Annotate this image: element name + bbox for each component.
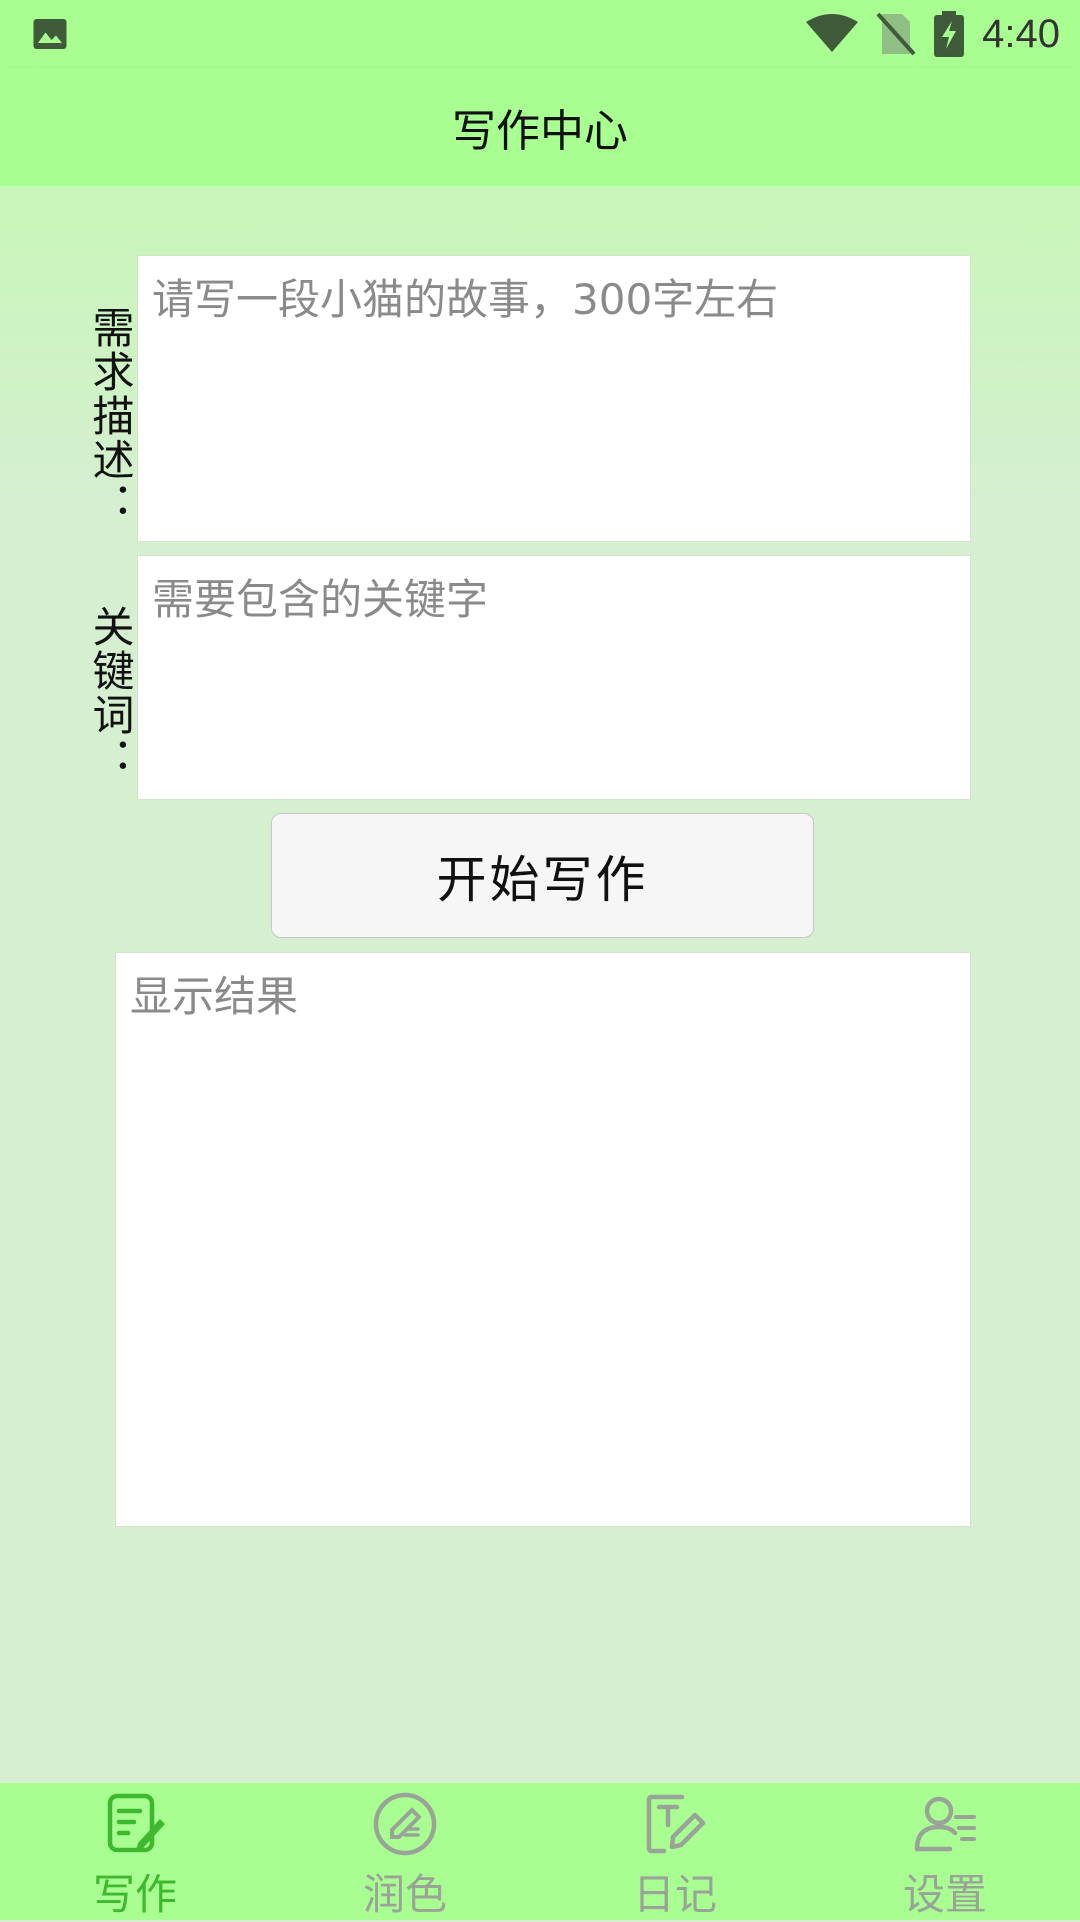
nav-label-settings: 设置 [902,1870,987,1919]
polish-circle-icon [373,1792,437,1856]
page-title: 写作中心 [452,106,628,157]
nav-item-write[interactable]: 写作 [0,1783,270,1920]
nav-item-settings[interactable]: 设置 [810,1783,1080,1920]
start-writing-button[interactable]: 开始写作 [271,813,814,938]
nav-item-diary[interactable]: 日记 [540,1783,810,1920]
bottom-nav: 写作 润色 日记 设置 [0,1783,1080,1920]
nav-label-polish: 润色 [362,1870,447,1919]
write-doc-icon [107,1793,165,1853]
gallery-icon [33,19,67,49]
diary-icon [646,1794,706,1854]
wifi-icon [806,14,859,52]
nav-label-write: 写作 [92,1870,177,1919]
result-output[interactable]: 显示结果 [115,952,971,1527]
status-bar: 4:40 [0,0,1080,68]
nav-label-diary: 日记 [632,1870,717,1919]
keywords-placeholder: 需要包含的关键字 [152,575,489,624]
nav-item-polish[interactable]: 润色 [270,1783,540,1920]
user-settings-icon [914,1796,976,1852]
status-time: 4:40 [982,11,1060,56]
keywords-label: 关键词： [86,605,135,781]
description-input[interactable]: 请写一段小猫的故事，300字左右 [137,255,971,542]
no-sim-icon [876,12,916,56]
description-placeholder: 请写一段小猫的故事，300字左右 [152,275,779,324]
keywords-input[interactable]: 需要包含的关键字 [137,555,971,800]
result-placeholder: 显示结果 [130,972,299,1021]
description-label: 需求描述： [86,306,135,526]
battery-charging-icon [934,11,965,57]
